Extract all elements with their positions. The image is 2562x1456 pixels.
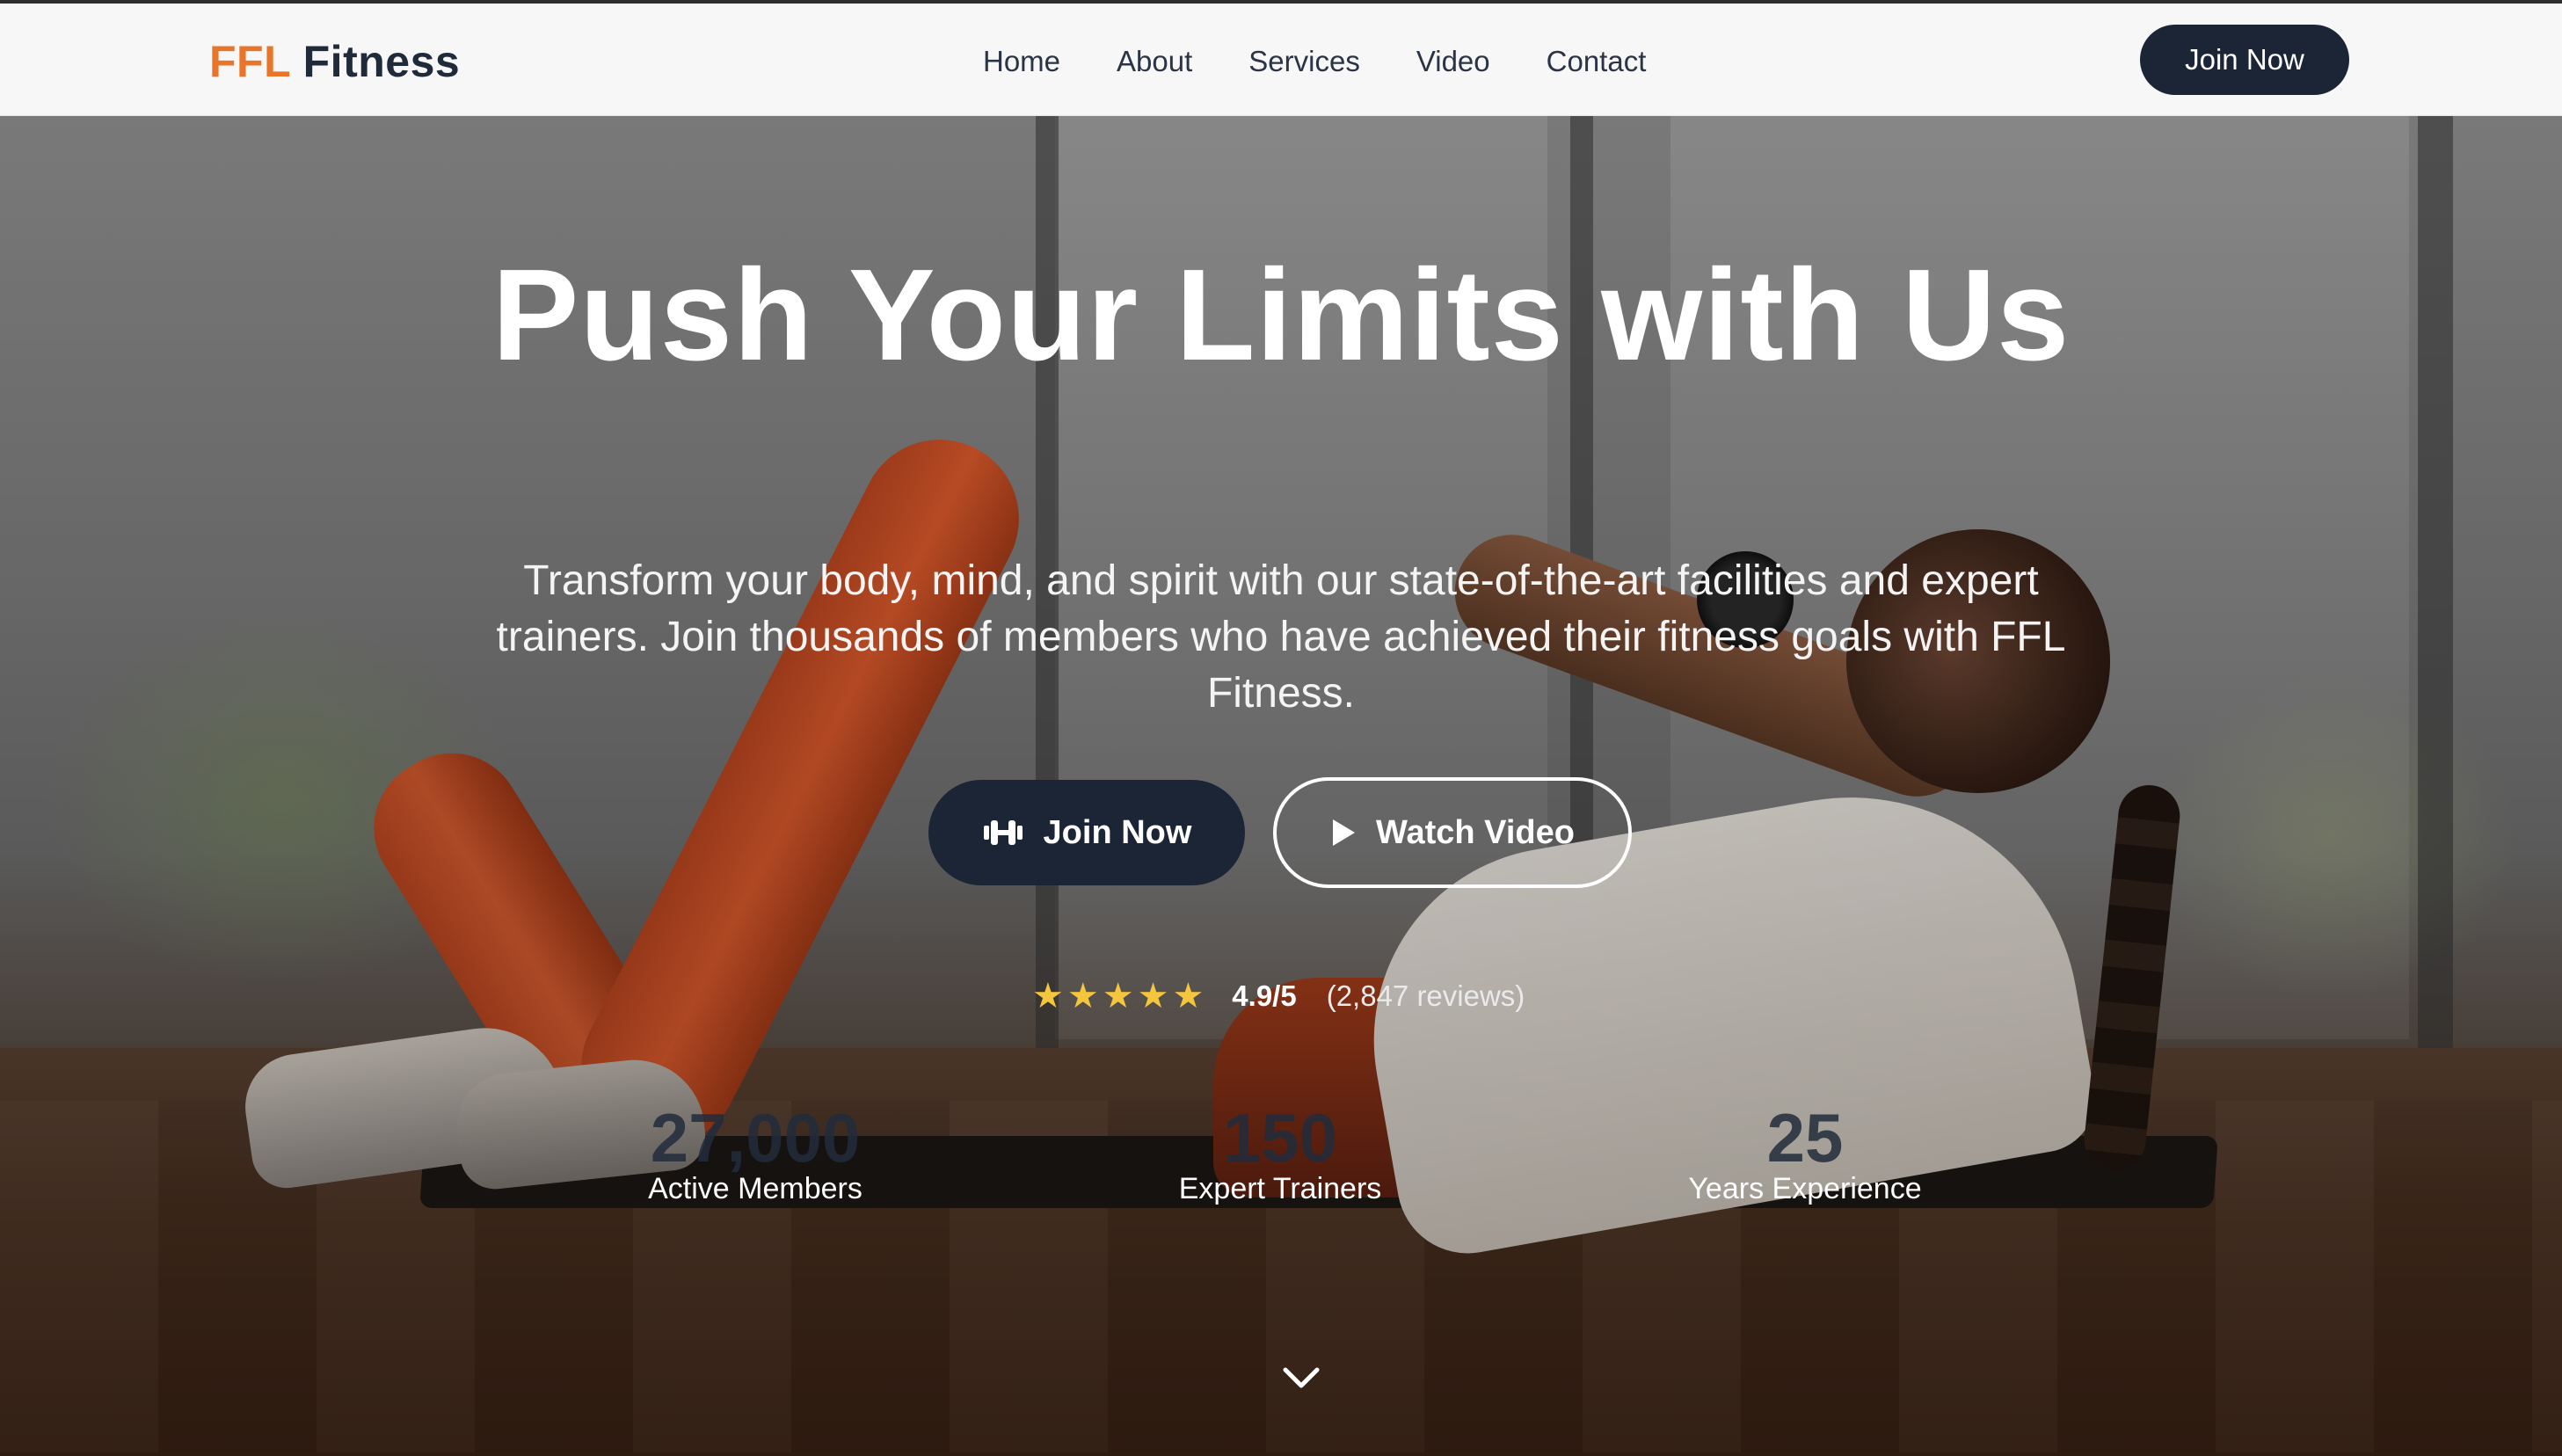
stat-label: Active Members (648, 1172, 862, 1205)
star-icon: ★ (1066, 977, 1099, 1016)
stat-value: 25 (1766, 1099, 1844, 1176)
chevron-down-icon[interactable] (1280, 1356, 1322, 1398)
stat-active-members: 27,000 Active Members (553, 1101, 957, 1206)
nav-services[interactable]: Services (1248, 42, 1360, 81)
star-icon: ★ (1172, 977, 1205, 1016)
rating-stars: ★ ★ ★ ★ ★ (1032, 979, 1204, 1014)
hero-section: Push Your Limits with Us Transform your … (0, 116, 2562, 1456)
logo[interactable]: FFL Fitness (209, 35, 460, 88)
rating: ★ ★ ★ ★ ★ 4.9/5 (2,847 reviews) (1032, 974, 1560, 1018)
stat-expert-trainers: 150 Expert Trainers (1078, 1101, 1482, 1206)
star-icon: ★ (1102, 977, 1134, 1016)
logo-accent: FFL (209, 37, 291, 86)
stat-value: 27,000 (650, 1099, 861, 1176)
rating-count: (2,847 reviews) (1326, 979, 1525, 1012)
nav-join-button[interactable]: Join Now (2140, 25, 2349, 95)
nav-video[interactable]: Video (1416, 42, 1490, 81)
join-now-button[interactable]: Join Now (928, 780, 1245, 885)
join-now-label: Join Now (1043, 813, 1192, 851)
stat-label: Years Experience (1688, 1172, 1922, 1205)
stat-years-experience: 25 Years Experience (1603, 1101, 2007, 1206)
nav-about[interactable]: About (1117, 42, 1192, 81)
play-icon (1330, 818, 1357, 848)
star-icon: ★ (1032, 977, 1064, 1016)
hero-subtitle: Transform your body, mind, and spirit wi… (496, 557, 2066, 717)
watch-video-button[interactable]: Watch Video (1273, 777, 1632, 888)
navbar: FFL Fitness Home About Services Video Co… (0, 4, 2562, 116)
nav-contact[interactable]: Contact (1547, 42, 1647, 81)
stat-label: Expert Trainers (1178, 1172, 1382, 1205)
stat-value: 150 (1222, 1099, 1338, 1176)
logo-text: Fitness (302, 37, 461, 86)
dumbbell-icon (982, 818, 1024, 848)
page: FFL Fitness Home About Services Video Co… (0, 0, 2562, 1456)
top-border (0, 0, 2562, 4)
star-icon: ★ (1137, 977, 1169, 1016)
rating-score: 4.9/5 (1232, 979, 1297, 1012)
hero-title: Push Your Limits with Us (491, 243, 2071, 388)
watch-video-label: Watch Video (1376, 813, 1575, 851)
nav-links: Home About Services Video Contact (983, 42, 1646, 81)
nav-home[interactable]: Home (983, 42, 1060, 81)
